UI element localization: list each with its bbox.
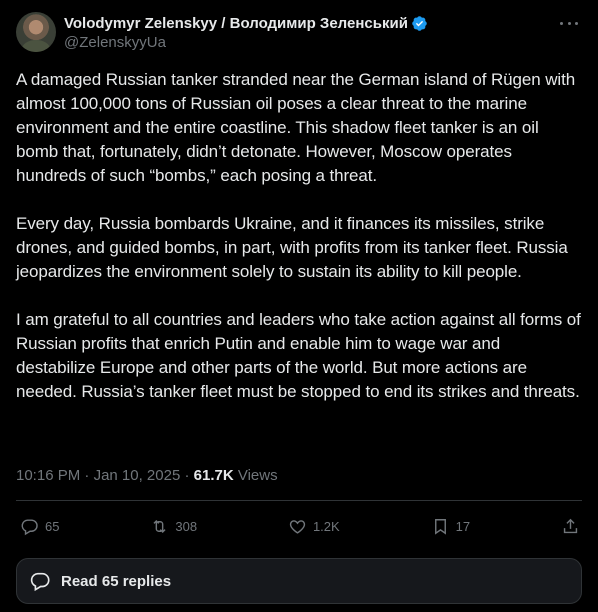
post-date[interactable]: Jan 10, 2025 (94, 467, 181, 484)
divider (16, 500, 582, 501)
post-paragraph-3: I am grateful to all countries and leade… (16, 310, 581, 401)
bookmark-button[interactable]: 17 (431, 517, 470, 536)
read-replies-button[interactable]: Read 65 replies (16, 558, 582, 604)
read-replies-label: Read 65 replies (61, 572, 172, 590)
post-text: A damaged Russian tanker stranded near t… (16, 68, 582, 404)
post-paragraph-2: Every day, Russia bombards Ukraine, and … (16, 214, 568, 281)
post-paragraph-1: A damaged Russian tanker stranded near t… (16, 70, 576, 185)
repost-icon (153, 519, 166, 533)
post-card: Volodymyr Zelenskyy / Володимир Зеленськ… (0, 0, 598, 612)
views-count: 61.7K (193, 467, 234, 484)
author-names: Volodymyr Zelenskyy / Володимир Зеленськ… (64, 13, 428, 51)
post-metadata: 10:16 PM · Jan 10, 2025 · 61.7K Views (16, 467, 278, 484)
reply-icon (21, 518, 38, 535)
verified-check-icon (412, 15, 427, 31)
share-icon (563, 518, 578, 533)
author-display-name[interactable]: Volodymyr Zelenskyy / Володимир Зеленськ… (64, 15, 408, 32)
bookmark-icon (434, 518, 446, 535)
author-avatar[interactable] (16, 12, 56, 52)
views-label: Views (237, 467, 278, 484)
more-options-icon[interactable] (558, 14, 580, 32)
author-handle[interactable]: @ZelenskyyUa (64, 34, 428, 51)
post-time[interactable]: 10:16 PM (16, 467, 80, 484)
post-header: Volodymyr Zelenskyy / Володимир Зеленськ… (16, 12, 582, 56)
meta-separator: · (80, 467, 94, 484)
like-button[interactable]: 1.2K (288, 517, 340, 536)
reply-count: 65 (45, 518, 60, 534)
reply-bubble-icon (30, 572, 50, 592)
action-bar: 65 308 1.2K 17 (20, 514, 580, 538)
bookmark-count: 17 (455, 518, 471, 534)
repost-button[interactable]: 308 (150, 517, 197, 536)
repost-count: 308 (175, 518, 198, 534)
like-count: 1.2K (312, 518, 340, 534)
share-button[interactable] (561, 517, 580, 536)
reply-button[interactable]: 65 (20, 517, 59, 536)
meta-separator-2: · (180, 467, 194, 484)
heart-icon (289, 519, 306, 534)
